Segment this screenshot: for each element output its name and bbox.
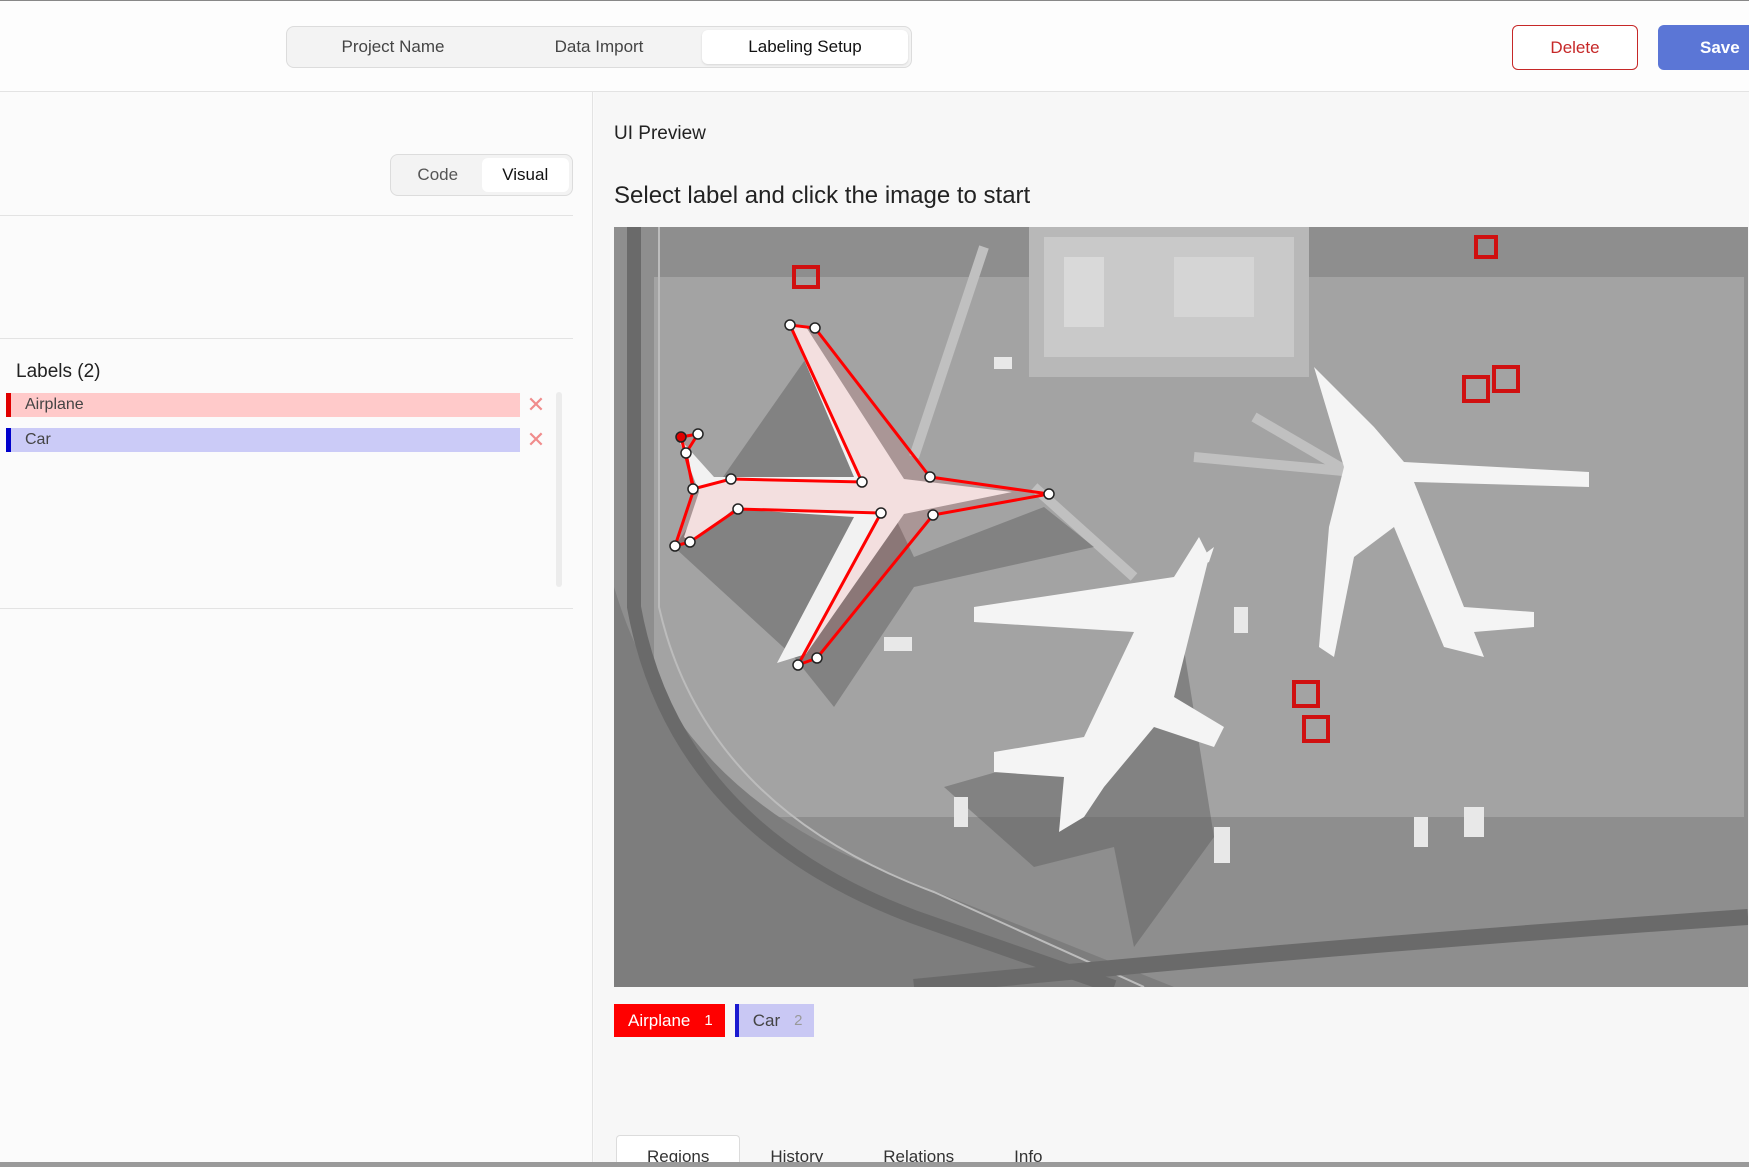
label-car[interactable]: Car xyxy=(6,428,520,452)
mode-code[interactable]: Code xyxy=(394,158,482,192)
top-bar: Project Name Data Import Labeling Setup … xyxy=(0,0,1749,92)
config-panel: Code Visual Labels (2) Airplane ✕ Car ✕ xyxy=(0,92,593,1167)
step-labeling-setup[interactable]: Labeling Setup xyxy=(702,30,908,64)
annotation-image[interactable] xyxy=(614,227,1748,987)
label-selector: Airplane 1 Car 2 xyxy=(614,1004,815,1037)
labels-heading: Labels (2) xyxy=(16,361,101,382)
label-item-airplane: Airplane ✕ xyxy=(6,392,545,417)
preview-title: UI Preview xyxy=(614,123,706,144)
step-project-name[interactable]: Project Name xyxy=(290,30,496,64)
tag-car-label: Car xyxy=(752,1010,781,1030)
label-airplane[interactable]: Airplane xyxy=(6,393,520,417)
preview-panel: UI Preview Select label and click the im… xyxy=(594,92,1749,1167)
airport-aerial-photo xyxy=(614,227,1748,987)
instruction-text: Select label and click the image to star… xyxy=(614,182,1031,209)
tag-airplane-hotkey: 1 xyxy=(704,1012,713,1029)
step-data-import[interactable]: Data Import xyxy=(496,30,702,64)
delete-button[interactable]: Delete xyxy=(1512,25,1638,70)
tag-car[interactable]: Car 2 xyxy=(734,1004,815,1037)
tag-airplane-label: Airplane xyxy=(628,1010,691,1030)
tag-airplane[interactable]: Airplane 1 xyxy=(614,1004,725,1037)
tag-car-hotkey: 2 xyxy=(794,1012,803,1029)
label-item-car: Car ✕ xyxy=(6,427,545,452)
labels-scrollbar[interactable] xyxy=(556,392,562,587)
window-bottom-edge xyxy=(0,1162,1749,1167)
divider xyxy=(0,215,573,216)
wizard-steps: Project Name Data Import Labeling Setup xyxy=(286,26,912,68)
save-button[interactable]: Save xyxy=(1658,25,1749,70)
divider xyxy=(0,338,573,339)
mode-toggle: Code Visual xyxy=(390,154,573,196)
divider xyxy=(0,608,573,609)
close-icon[interactable]: ✕ xyxy=(526,392,546,417)
mode-visual[interactable]: Visual xyxy=(481,158,569,192)
close-icon[interactable]: ✕ xyxy=(526,427,546,452)
